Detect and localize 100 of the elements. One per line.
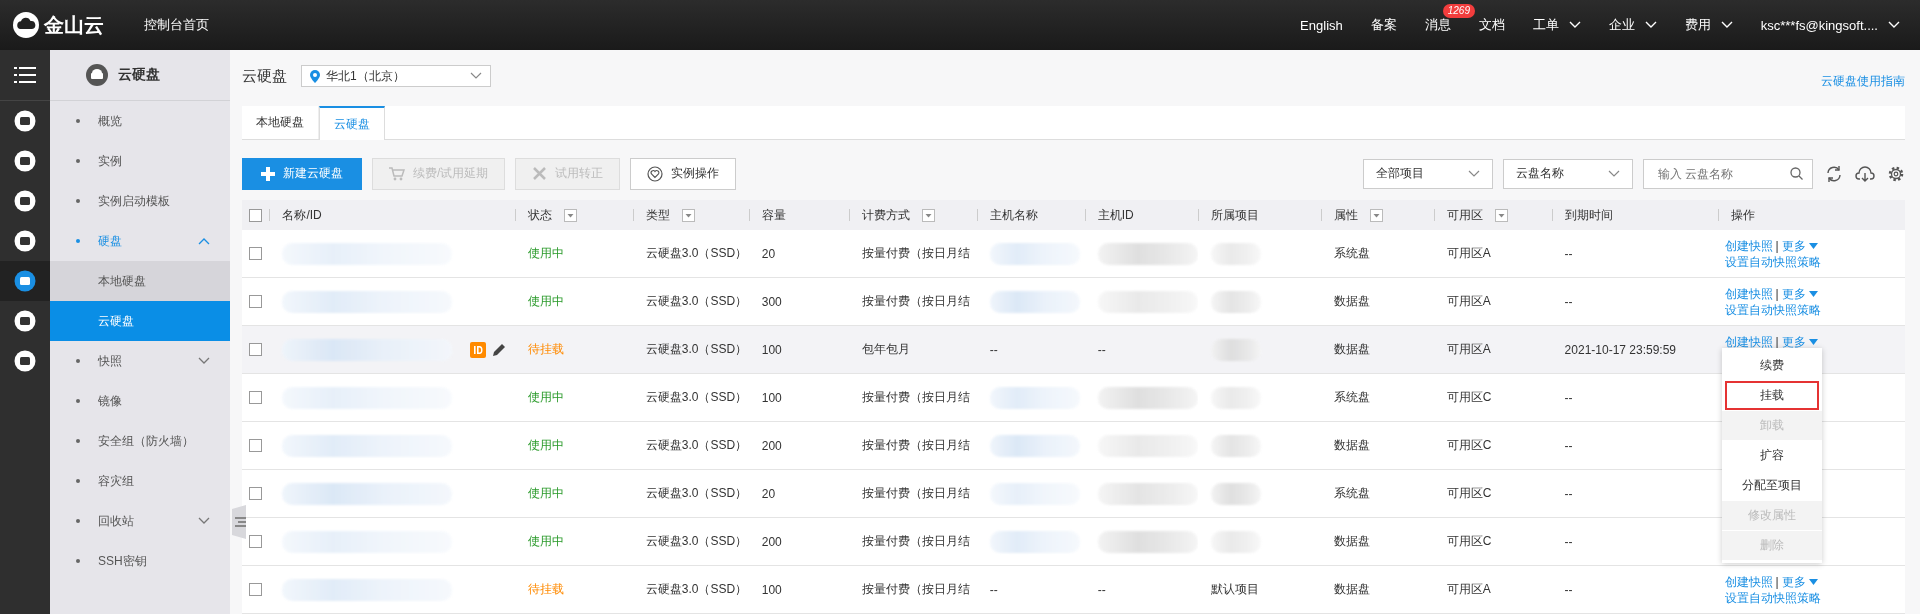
create-snapshot-link[interactable]: 创建快照 [1724, 575, 1773, 589]
menu-item[interactable]: 扩容 [1725, 441, 1819, 470]
menu-icon[interactable] [14, 67, 36, 83]
sidebar-item[interactable]: 容灾组 [50, 461, 230, 501]
row-checkbox[interactable] [249, 583, 263, 596]
filter-dropdown-icon[interactable] [681, 208, 695, 222]
more-link[interactable]: 更多 [1781, 575, 1806, 589]
table-cell: 默认项目 [1210, 581, 1259, 598]
table-cell: 数据盘 [1333, 581, 1370, 598]
chevron-down-icon [1468, 169, 1480, 178]
menu-item[interactable]: 挂载 [1725, 381, 1819, 410]
table-cell: 云硬盘3.0（SSD） [645, 389, 748, 406]
logo-text[interactable]: 金山云 [44, 11, 104, 39]
more-link[interactable]: 更多 [1781, 287, 1806, 301]
top-nav-link[interactable]: 备案 [1370, 16, 1397, 34]
top-nav-link[interactable]: 工单 [1532, 16, 1581, 34]
table-cell: 可用区C [1446, 485, 1492, 502]
chevron-down-icon [198, 517, 210, 525]
row-checkbox[interactable] [249, 487, 263, 500]
caret-down-icon [1808, 339, 1818, 345]
sidebar-subitem[interactable]: 云硬盘 [50, 301, 230, 341]
table-cell: 20 [761, 246, 776, 261]
tab[interactable]: 云硬盘 [319, 106, 385, 140]
status-text: 使用中 [527, 533, 564, 550]
chevron-up-icon [198, 237, 210, 245]
column-header: 所属项目 [1210, 206, 1259, 224]
table-cell: 可用区A [1446, 341, 1491, 358]
table-row[interactable]: 使用中 云硬盘3.0（SSD） 20 按量付费（按日月结 系统盘 可用区A -- 创建快照 | 更多 设置自动快照策略 [242, 230, 1905, 278]
sidebar-title: 云硬盘 [118, 66, 160, 84]
filter-dropdown-icon[interactable] [1494, 208, 1508, 222]
sidebar-item[interactable]: 镜像 [50, 381, 230, 421]
sidebar-item[interactable]: 回收站 [50, 501, 230, 541]
column-header: 计费方式 [861, 206, 910, 224]
caret-down-icon [1808, 291, 1818, 297]
top-nav-link[interactable]: 费用 [1684, 16, 1733, 34]
filter-dropdown-icon[interactable] [1369, 208, 1383, 222]
settings-icon[interactable] [1887, 164, 1905, 183]
toolbar-button[interactable]: 实例操作 [630, 157, 737, 190]
create-snapshot-link[interactable]: 创建快照 [1724, 335, 1773, 349]
sidebar-item[interactable]: 实例启动模板 [50, 181, 230, 221]
chevron-down-icon [1568, 21, 1581, 29]
top-nav-link[interactable]: 消息 [1424, 16, 1451, 34]
select-all-checkbox[interactable] [249, 208, 263, 222]
console-home-link[interactable]: 控制台首页 [144, 16, 209, 34]
redacted-project [1210, 434, 1261, 457]
more-link[interactable]: 更多 [1781, 239, 1806, 253]
table-cell: 200 [761, 534, 782, 549]
status-text: 待挂载 [527, 341, 564, 358]
table-cell: -- [989, 582, 998, 597]
create-snapshot-link[interactable]: 创建快照 [1724, 287, 1773, 301]
top-nav-link[interactable]: ksc***fs@kingsoft.... [1760, 17, 1900, 33]
column-header: 主机ID [1097, 206, 1134, 224]
table-cell: 数据盘 [1333, 341, 1370, 358]
toolbar-button[interactable]: 新建云硬盘 [242, 157, 362, 190]
top-nav-link[interactable]: 企业 [1608, 16, 1657, 34]
sidebar-subitem[interactable]: 本地硬盘 [50, 261, 230, 301]
table-cell: -- [1564, 486, 1573, 501]
table-cell: 云硬盘3.0（SSD） [645, 293, 748, 310]
snapshot-policy-link[interactable]: 设置自动快照策略 [1724, 591, 1821, 605]
region-select[interactable]: 华北1（北京） [301, 65, 491, 88]
table-cell: 20 [761, 486, 776, 501]
table-cell: 100 [761, 390, 782, 405]
more-link[interactable]: 更多 [1781, 335, 1806, 349]
sidebar-item[interactable]: 概览 [50, 101, 230, 141]
sidebar-item[interactable]: SSH密钥 [50, 541, 230, 581]
snapshot-policy-link[interactable]: 设置自动快照策略 [1724, 255, 1821, 269]
row-checkbox[interactable] [249, 343, 263, 356]
row-checkbox[interactable] [249, 247, 263, 260]
top-nav-link[interactable]: English [1300, 17, 1343, 33]
plus-icon [261, 166, 275, 181]
guide-link[interactable]: 云硬盘使用指南 [1821, 73, 1905, 91]
status-text: 使用中 [527, 389, 564, 406]
project-select[interactable]: 全部项目 [1363, 158, 1493, 189]
column-header: 到期时间 [1564, 206, 1613, 224]
download-icon[interactable] [1855, 164, 1875, 183]
search-field[interactable]: 输入 云盘名称 [1643, 158, 1813, 189]
menu-item[interactable]: 分配至项目 [1725, 471, 1819, 500]
row-checkbox[interactable] [249, 295, 263, 308]
table-cell: -- [1564, 438, 1573, 453]
sidebar-item[interactable]: 安全组（防火墙） [50, 421, 230, 461]
status-text: 使用中 [527, 245, 564, 262]
row-checkbox[interactable] [249, 391, 263, 404]
id-tag-icon[interactable] [470, 341, 487, 358]
table-row[interactable]: 待挂载 云硬盘3.0（SSD） 100 按量付费（按日月结 -- -- 默认项目 数据盘 可用区A -- 创建快照 | 更多 设置自动快照策略 [242, 566, 1905, 614]
top-nav-link[interactable]: 文档 [1478, 16, 1505, 34]
snapshot-policy-link[interactable]: 设置自动快照策略 [1724, 303, 1821, 317]
sidebar-item[interactable]: 实例 [50, 141, 230, 181]
table-cell: 可用区A [1446, 581, 1491, 598]
row-checkbox[interactable] [249, 439, 263, 452]
edit-pencil-icon[interactable] [492, 342, 507, 357]
column-header: 可用区 [1446, 206, 1483, 224]
table-cell: 可用区C [1446, 437, 1492, 454]
filter-dropdown-icon[interactable] [563, 208, 577, 222]
filter-dropdown-icon[interactable] [921, 208, 935, 222]
create-snapshot-link[interactable]: 创建快照 [1724, 239, 1773, 253]
sidebar-item[interactable]: 快照 [50, 341, 230, 381]
table-cell: 100 [761, 342, 782, 357]
refresh-icon[interactable] [1825, 164, 1843, 183]
field-select[interactable]: 云盘名称 [1503, 158, 1633, 189]
row-checkbox[interactable] [249, 535, 263, 548]
